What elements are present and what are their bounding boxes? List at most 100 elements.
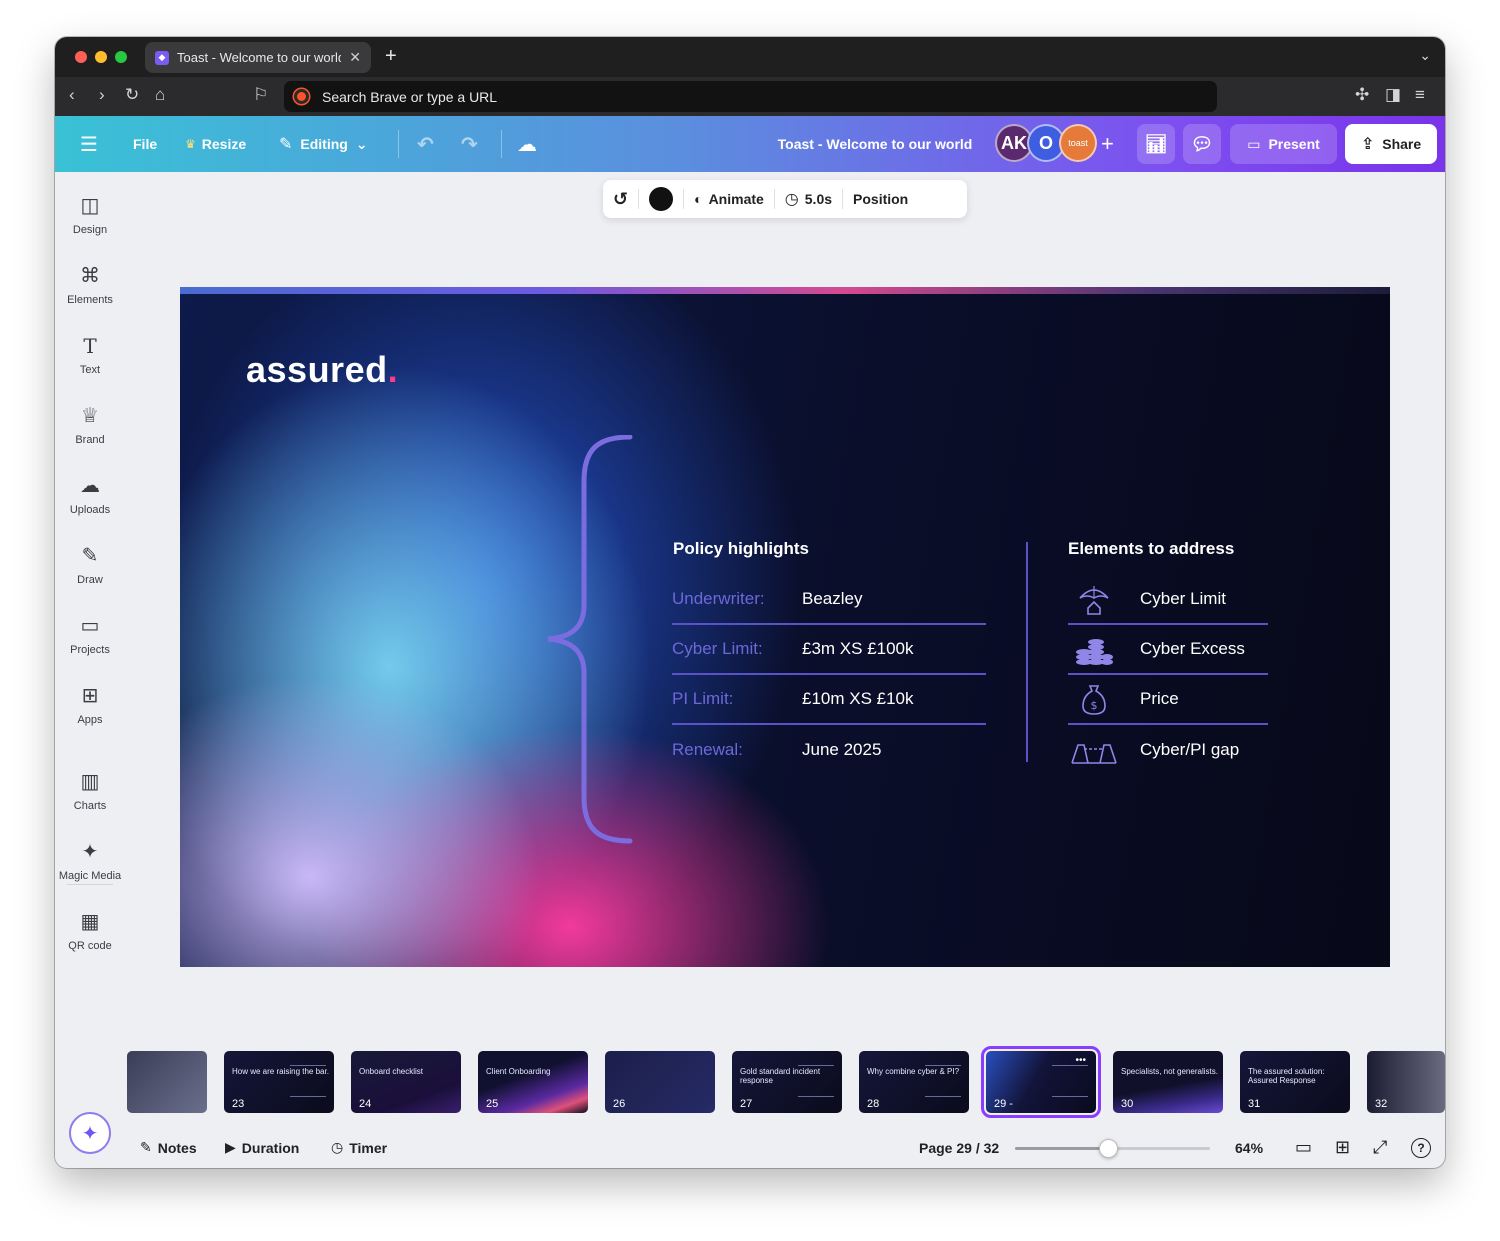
upload-share-icon: ⇪ — [1360, 136, 1375, 153]
maximize-window-button[interactable] — [115, 51, 127, 63]
tab-close-icon[interactable]: ✕ — [349, 49, 361, 66]
slide-canvas[interactable]: assured. Policy highlights Underwriter: … — [180, 287, 1390, 967]
browser-window: ◆ Toast - Welcome to our world ✕ + ⌄ ‹ ›… — [55, 37, 1445, 1168]
duration-value: 5.0s — [804, 191, 833, 207]
minimize-window-button[interactable] — [95, 51, 107, 63]
sidebar-item-projects[interactable]: ▭ Projects — [55, 614, 125, 656]
page-number: 31 — [1248, 1098, 1261, 1110]
sidebar-item-brand[interactable]: ♕ Brand — [55, 404, 125, 446]
page-thumbnail[interactable]: Gold standard incident response 27 — [732, 1051, 842, 1113]
browser-tab[interactable]: ◆ Toast - Welcome to our world ✕ — [145, 42, 371, 73]
page-view-icon[interactable]: ▭ — [1295, 1127, 1312, 1168]
close-window-button[interactable] — [75, 51, 87, 63]
sidebar-item-draw[interactable]: ✎ Draw — [55, 544, 125, 586]
duration-button[interactable]: ▶ Duration — [225, 1127, 299, 1168]
back-icon[interactable]: ‹ — [69, 85, 75, 105]
page-thumbnail[interactable]: How we are raising the bar. 23 — [224, 1051, 334, 1113]
brave-shield-icon[interactable] — [294, 89, 309, 104]
sidebar-item-uploads[interactable]: ☁ Uploads — [55, 474, 125, 516]
document-title[interactable]: Toast - Welcome to our world — [755, 116, 995, 172]
tab-title: Toast - Welcome to our world — [177, 50, 342, 65]
column-divider — [1026, 542, 1028, 762]
add-collaborator-button[interactable]: + — [1101, 116, 1114, 172]
element-label: Cyber Excess — [1140, 639, 1245, 658]
page-thumbnail[interactable]: 26 — [605, 1051, 715, 1113]
sidebar-item-label: Apps — [77, 714, 103, 726]
policy-key: Cyber Limit: — [672, 639, 763, 658]
insights-button[interactable]: 📊︎ — [1137, 124, 1175, 164]
position-button[interactable]: Position — [843, 180, 918, 218]
browser-menu-icon[interactable]: ≡ — [1415, 85, 1425, 105]
comments-button[interactable]: 💬︎ — [1183, 124, 1221, 164]
grid-view-icon[interactable]: ⊞ — [1335, 1127, 1350, 1168]
thumbnail-lines-decor — [1052, 1065, 1088, 1097]
undo-icon[interactable]: ↶ — [417, 116, 434, 172]
thumbnail-lines-decor — [925, 1065, 961, 1097]
sidebar-item-apps[interactable]: ⊞ Apps — [55, 684, 125, 726]
sidebar-item-text[interactable]: T Text — [55, 334, 125, 376]
share-label: Share — [1382, 136, 1422, 152]
sidebar-item-label: Text — [79, 364, 101, 376]
help-button[interactable]: ? — [1411, 1127, 1431, 1168]
sidebar-item-label: Projects — [70, 644, 110, 656]
page-thumbnail[interactable]: The assured solution: Assured Response 3… — [1240, 1051, 1350, 1113]
policy-value: June 2025 — [802, 740, 882, 759]
page-thumbnail-current[interactable]: ••• 29 - — [981, 1046, 1101, 1118]
forward-icon[interactable]: › — [99, 85, 105, 105]
redo-icon[interactable]: ↷ — [461, 116, 478, 172]
sidebar-item-elements[interactable]: ⌘ Elements — [55, 264, 125, 306]
hamburger-menu-icon[interactable]: ☰ — [80, 116, 98, 172]
page-thumbnail-text: The assured solution: Assured Response — [1248, 1067, 1325, 1085]
home-icon[interactable]: ⌂ — [155, 85, 165, 105]
color-picker-button[interactable] — [639, 180, 683, 218]
notes-label: Notes — [157, 1139, 197, 1156]
notes-icon: ✎ — [140, 1139, 152, 1155]
element-row: Cyber Excess — [1068, 625, 1268, 675]
page-thumbnail[interactable]: 32 — [1367, 1051, 1445, 1113]
file-menu[interactable]: File — [133, 116, 157, 172]
duration-button[interactable]: ◷ 5.0s — [775, 180, 842, 218]
page-thumbnail[interactable]: Why combine cyber & PI? 28 — [859, 1051, 969, 1113]
bookmark-icon[interactable]: ⚐ — [253, 85, 268, 105]
page-thumbnail[interactable]: Specialists, not generalists. 30 — [1113, 1051, 1223, 1113]
page-number: 29 - — [994, 1098, 1013, 1110]
zoom-level[interactable]: 64% — [1235, 1127, 1263, 1168]
sidebar-item-qr-code[interactable]: ▦ QR code — [55, 910, 125, 952]
sidebar-item-design[interactable]: ◫ Design — [55, 194, 125, 236]
page-number: 26 — [613, 1098, 626, 1110]
zoom-slider-handle[interactable] — [1099, 1139, 1118, 1158]
sidebar-item-charts[interactable]: ▥ Charts — [55, 770, 125, 812]
element-label: Price — [1140, 689, 1179, 708]
logo-text: assured — [246, 349, 388, 390]
sidebar-toggle-icon[interactable]: ◨ — [1385, 85, 1401, 105]
timer-button[interactable]: ◷ Timer — [331, 1127, 387, 1168]
tab-list-chevron-icon[interactable]: ⌄ — [1419, 47, 1431, 64]
page-thumbnail[interactable]: Client Onboarding 25 — [478, 1051, 588, 1113]
editing-mode-dropdown[interactable]: ✎ Editing ⌄ — [279, 116, 368, 172]
sidebar-item-magic-media[interactable]: ✦ Magic Media — [55, 840, 125, 882]
brand-icon: ♕ — [81, 405, 99, 427]
resize-button[interactable]: ♛ Resize — [185, 116, 246, 172]
avatar[interactable]: toast — [1059, 124, 1097, 162]
notes-button[interactable]: ✎ Notes — [140, 1127, 197, 1168]
browser-toolbar: ‹ › ↻ ⌂ ⚐ Search Brave or type a URL ✣ ◨… — [55, 77, 1445, 116]
page-thumbnail[interactable]: Onboard checklist 24 — [351, 1051, 461, 1113]
cloud-saved-icon[interactable]: ☁ — [517, 116, 537, 172]
reload-icon[interactable]: ↻ — [125, 85, 139, 105]
magic-media-icon: ✦ — [81, 841, 99, 863]
pencil-icon: ✎ — [279, 136, 293, 153]
animate-button[interactable]: ◐ Animate — [684, 180, 774, 218]
editing-label: Editing — [300, 136, 348, 152]
present-button[interactable]: ▭ Present — [1230, 124, 1337, 164]
address-bar[interactable]: Search Brave or type a URL — [284, 81, 1217, 112]
new-tab-button[interactable]: + — [385, 45, 397, 68]
page-thumbnail[interactable] — [127, 1051, 207, 1113]
fullscreen-icon[interactable]: ⤢ — [1373, 1127, 1387, 1168]
share-button[interactable]: ⇪ Share — [1345, 124, 1437, 164]
magic-edit-button[interactable]: ↺ — [603, 180, 638, 218]
thumbnail-lines-decor — [798, 1065, 834, 1097]
extensions-icon[interactable]: ✣ — [1355, 85, 1369, 105]
zoom-slider[interactable] — [1015, 1139, 1210, 1158]
design-icon: ◫ — [80, 195, 100, 217]
sidebar-divider — [67, 884, 113, 885]
